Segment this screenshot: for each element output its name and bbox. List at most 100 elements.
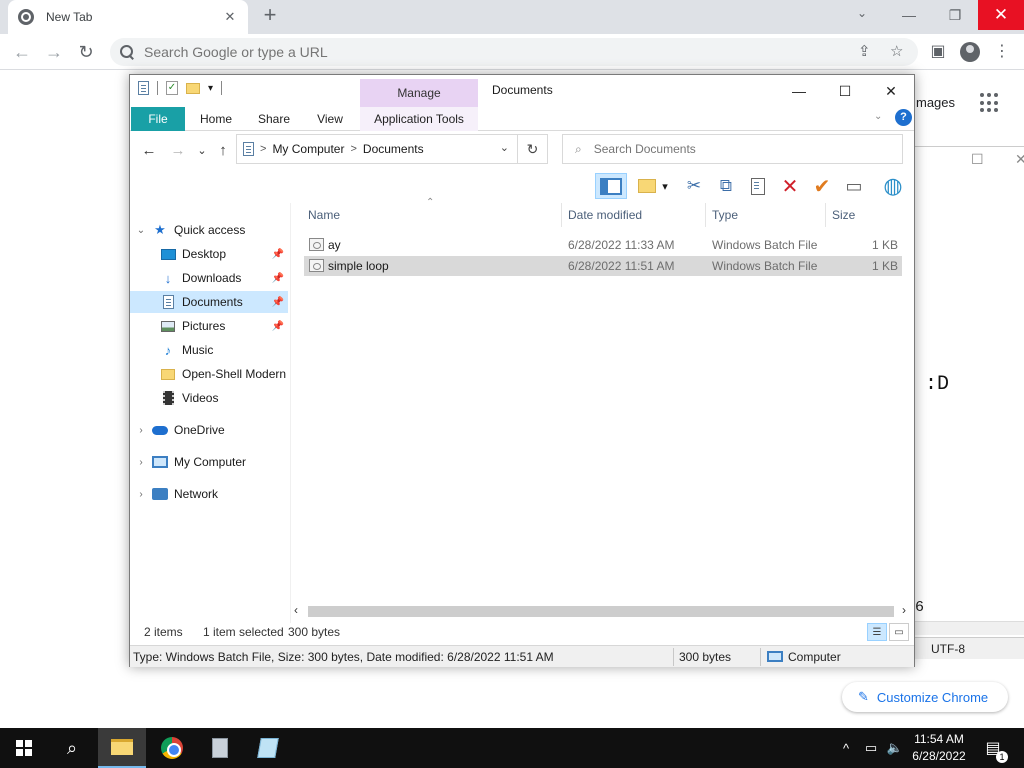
taskbar-chrome[interactable] xyxy=(148,728,196,768)
tab-share[interactable]: Share xyxy=(250,107,298,131)
file-row[interactable]: simple loop 6/28/2022 11:51 AM Windows B… xyxy=(304,256,902,276)
column-header-date-modified[interactable]: Date modified xyxy=(564,203,706,227)
qat-customize-icon[interactable]: ▾ xyxy=(208,83,213,94)
check-icon[interactable]: ✔ xyxy=(809,173,835,199)
explorer-forward-button[interactable]: → xyxy=(168,141,188,161)
details-view-icon[interactable]: ☰ xyxy=(867,623,887,641)
images-link[interactable]: mages xyxy=(916,95,955,110)
tab-home[interactable]: Home xyxy=(192,107,240,131)
share-icon[interactable]: ⇪ xyxy=(858,42,871,60)
nav-desktop[interactable]: Desktop 📌 xyxy=(130,243,288,265)
nav-quick-access[interactable]: ⌄ ★ Quick access xyxy=(130,219,288,241)
folder-dropdown-icon[interactable]: ▾ xyxy=(658,173,672,199)
bookmark-star-icon[interactable]: ☆ xyxy=(890,42,903,60)
expand-ribbon-icon[interactable]: ⌄ xyxy=(874,111,882,122)
file-row[interactable]: ay 6/28/2022 11:33 AM Windows Batch File… xyxy=(304,235,902,255)
taskbar-search-icon[interactable]: ⌕ xyxy=(48,728,96,768)
column-header-size[interactable]: Size xyxy=(828,203,906,227)
nav-onedrive[interactable]: › OneDrive xyxy=(130,419,288,441)
nav-network[interactable]: › Network xyxy=(130,483,288,505)
large-icons-view-icon[interactable]: ▭ xyxy=(889,623,909,641)
breadcrumb-my-computer[interactable]: My Computer xyxy=(272,142,344,156)
profile-avatar-icon[interactable] xyxy=(960,42,980,62)
chrome-close-button[interactable]: ✕ xyxy=(978,0,1024,30)
new-folder-button[interactable] xyxy=(634,173,660,199)
address-dropdown-icon[interactable]: ⌄ xyxy=(500,141,509,154)
search-documents-box[interactable]: ⌕ xyxy=(562,134,903,164)
copy-icon[interactable]: ⧉ xyxy=(713,173,739,199)
scroll-right-icon[interactable]: › xyxy=(902,603,906,617)
breadcrumb-documents[interactable]: Documents xyxy=(363,142,424,156)
reload-button[interactable]: ↻ xyxy=(74,40,98,64)
pane-splitter[interactable] xyxy=(290,203,291,623)
globe-icon[interactable]: ◍ xyxy=(880,173,906,199)
column-header-type[interactable]: Type xyxy=(708,203,826,227)
omnibox-input[interactable] xyxy=(144,44,844,60)
omnibox[interactable] xyxy=(110,38,918,66)
google-apps-icon[interactable] xyxy=(980,93,1000,113)
nav-music[interactable]: ♪ Music xyxy=(130,339,288,361)
taskbar-recycle-bin[interactable] xyxy=(196,728,244,768)
refresh-button[interactable]: ↻ xyxy=(517,135,547,163)
recent-locations-icon[interactable]: ⌄ xyxy=(192,141,212,161)
bg-close-icon[interactable]: ✕ xyxy=(1015,151,1024,168)
chevron-right-icon[interactable]: › xyxy=(134,425,148,436)
tab-application-tools[interactable]: Application Tools xyxy=(360,107,478,131)
new-folder-icon[interactable] xyxy=(186,82,200,94)
bg-horizontal-scrollbar[interactable] xyxy=(915,621,1024,635)
help-icon[interactable]: ? xyxy=(895,109,912,126)
nav-pictures[interactable]: Pictures 📌 xyxy=(130,315,288,337)
chrome-menu-icon[interactable]: ⋮ xyxy=(990,40,1014,64)
nav-downloads[interactable]: ↓ Downloads 📌 xyxy=(130,267,288,289)
new-tab-button[interactable]: + xyxy=(258,4,282,28)
tab-view[interactable]: View xyxy=(306,107,354,131)
nav-my-computer[interactable]: › My Computer xyxy=(130,451,288,473)
chrome-tab-strip: New Tab ✕ + ⌄ — ❐ ✕ xyxy=(0,0,1024,34)
tab-file[interactable]: File xyxy=(131,107,185,131)
address-bar[interactable]: > My Computer > Documents ⌄ ↻ xyxy=(236,134,548,164)
start-button[interactable] xyxy=(0,728,48,768)
scroll-left-icon[interactable]: ‹ xyxy=(294,603,298,617)
delete-icon[interactable]: ✕ xyxy=(777,173,803,199)
horizontal-scrollbar[interactable]: ‹ › xyxy=(292,603,914,620)
back-button[interactable]: ← xyxy=(10,40,34,64)
chrome-minimize-button[interactable]: — xyxy=(886,0,932,30)
taskbar-file-explorer[interactable] xyxy=(98,728,146,768)
tab-new-tab[interactable]: New Tab ✕ xyxy=(8,0,248,34)
explorer-back-button[interactable]: ← xyxy=(139,141,159,161)
pin-icon: 📌 xyxy=(271,320,284,332)
taskbar-notepad[interactable] xyxy=(244,728,292,768)
nav-open-shell-modern[interactable]: Open-Shell Modern xyxy=(130,363,288,385)
properties-icon[interactable] xyxy=(138,81,149,95)
show-hidden-icons-button[interactable]: ^ xyxy=(836,728,856,768)
cut-icon[interactable]: ✂ xyxy=(681,173,707,199)
layout-pane-button[interactable] xyxy=(595,173,627,199)
explorer-maximize-button[interactable]: ☐ xyxy=(822,77,868,105)
search-documents-input[interactable] xyxy=(593,142,874,156)
column-header-name[interactable]: Name xyxy=(304,203,562,227)
manage-context-tab[interactable]: Manage xyxy=(360,79,478,107)
chrome-restore-button[interactable]: ❐ xyxy=(932,0,978,30)
chevron-right-icon[interactable]: › xyxy=(134,489,148,500)
network-tray-icon[interactable]: ▭ xyxy=(860,728,882,768)
nav-documents[interactable]: Documents 📌 xyxy=(130,291,288,313)
layout-icon xyxy=(600,177,622,195)
tab-close-icon[interactable]: ✕ xyxy=(222,9,238,25)
taskbar-clock[interactable]: 11:54 AM 6/28/2022 xyxy=(904,731,974,765)
paste-icon[interactable] xyxy=(745,173,771,199)
explorer-close-button[interactable]: ✕ xyxy=(868,77,914,105)
forward-button[interactable]: → xyxy=(42,40,66,64)
nav-videos[interactable]: Videos xyxy=(130,387,288,409)
volume-icon[interactable]: 🔈 xyxy=(884,728,906,768)
side-panel-icon[interactable]: ▣ xyxy=(926,40,950,64)
bg-restore-icon[interactable]: ☐ xyxy=(971,151,984,168)
customize-chrome-button[interactable]: ✎ Customize Chrome xyxy=(842,682,1008,712)
tab-search-icon[interactable]: ⌄ xyxy=(850,6,874,26)
chevron-down-icon[interactable]: ⌄ xyxy=(134,225,148,236)
chevron-right-icon[interactable]: › xyxy=(134,457,148,468)
explorer-minimize-button[interactable]: — xyxy=(776,77,822,105)
checkmark-icon[interactable]: ✓ xyxy=(166,81,178,95)
up-button[interactable]: ↑ xyxy=(213,141,233,161)
scrollbar-thumb[interactable] xyxy=(308,606,894,617)
rename-icon[interactable]: ▭ xyxy=(841,173,867,199)
